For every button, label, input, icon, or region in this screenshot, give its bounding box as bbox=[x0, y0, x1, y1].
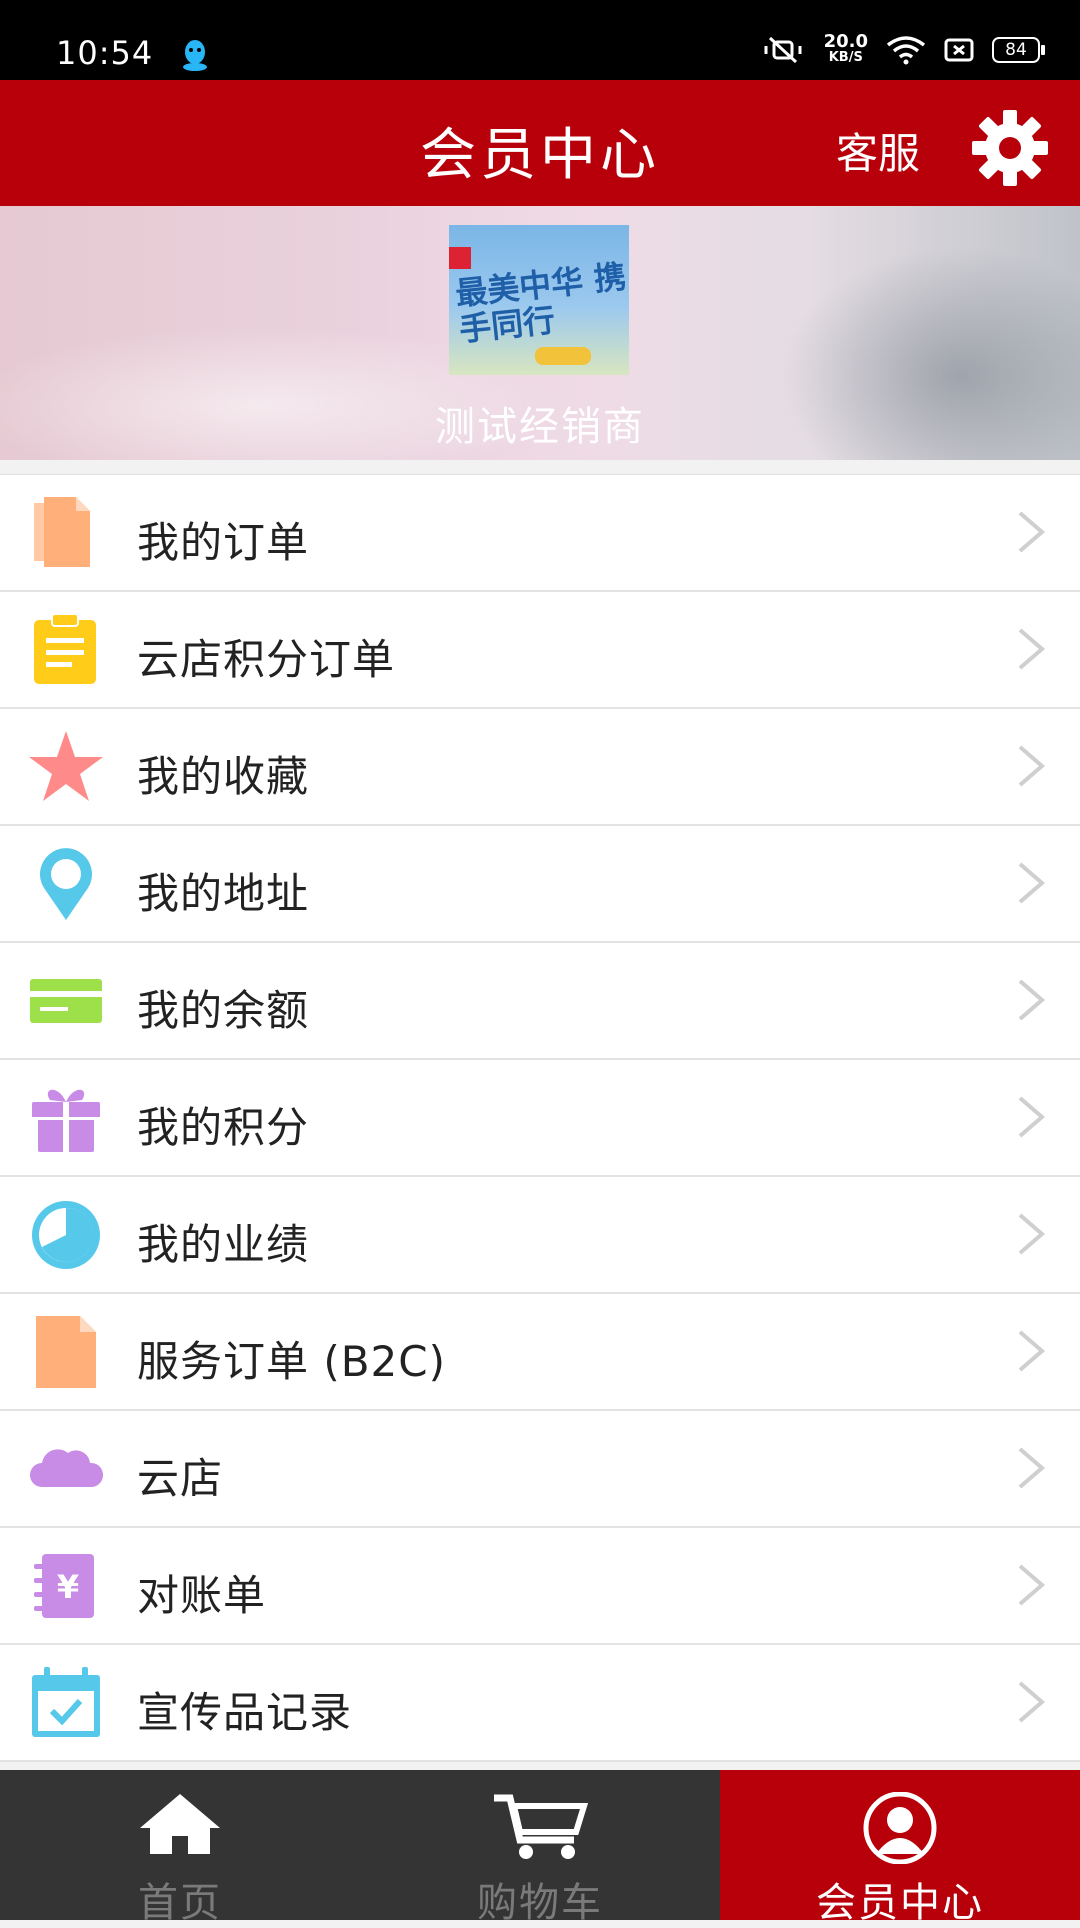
user-icon bbox=[863, 1792, 937, 1864]
clipboard-icon bbox=[34, 613, 96, 684]
avatar-caption: 最美中华 携手同行 bbox=[453, 257, 628, 349]
status-time: 10:54 bbox=[56, 34, 154, 72]
tab-label: 会员中心 bbox=[816, 1880, 984, 1926]
menu-item-my-points[interactable]: 我的积分 bbox=[0, 1060, 1080, 1177]
chevron-right-icon bbox=[1018, 1564, 1046, 1606]
document-icon bbox=[36, 1316, 96, 1388]
menu-item-cloud-store[interactable]: 云店 bbox=[0, 1411, 1080, 1528]
sim-icon bbox=[944, 38, 974, 62]
chevron-right-icon bbox=[1018, 1330, 1046, 1372]
speed-unit: KB/S bbox=[828, 50, 863, 65]
chevron-right-icon bbox=[1018, 979, 1046, 1021]
battery-icon: 84 bbox=[992, 37, 1045, 63]
menu-label: 我的地址 bbox=[137, 869, 310, 918]
avatar-car-graphic bbox=[535, 347, 591, 365]
network-speed: 20.0 KB/S bbox=[823, 31, 868, 66]
chevron-right-icon bbox=[1018, 1681, 1046, 1723]
qq-icon bbox=[183, 40, 207, 71]
calendar-check-icon bbox=[32, 1667, 100, 1737]
gift-icon bbox=[32, 1089, 100, 1152]
customer-service-button[interactable]: 客服 bbox=[836, 120, 920, 181]
avatar-badge bbox=[449, 247, 471, 269]
menu-label: 宣传品记录 bbox=[137, 1688, 353, 1737]
menu-label: 对账单 bbox=[137, 1571, 267, 1620]
speed-value: 20.0 bbox=[823, 31, 868, 52]
chevron-right-icon bbox=[1018, 628, 1046, 670]
menu-label: 我的收藏 bbox=[137, 752, 310, 801]
menu-item-my-address[interactable]: 我的地址 bbox=[0, 826, 1080, 943]
menu-item-my-favorites[interactable]: 我的收藏 bbox=[0, 709, 1080, 826]
menu-item-service-orders[interactable]: 服务订单 (B2C) bbox=[0, 1294, 1080, 1411]
menu-label: 服务订单 (B2C) bbox=[137, 1337, 446, 1386]
tab-label: 首页 bbox=[138, 1880, 222, 1926]
menu-label: 云店 bbox=[137, 1454, 224, 1503]
pie-chart-icon bbox=[32, 1201, 100, 1269]
tab-member-center[interactable]: 会员中心 bbox=[720, 1770, 1080, 1926]
cart-icon bbox=[494, 1794, 588, 1859]
star-icon bbox=[29, 731, 103, 801]
menu-item-statement[interactable]: ¥ 对账单 bbox=[0, 1528, 1080, 1645]
avatar[interactable]: 最美中华 携手同行 bbox=[449, 225, 629, 375]
bill-icon: ¥ bbox=[34, 1554, 94, 1618]
cloud-icon bbox=[30, 1449, 104, 1487]
chevron-right-icon bbox=[1018, 862, 1046, 904]
menu-label: 我的订单 bbox=[137, 518, 310, 567]
menu-label: 云店积分订单 bbox=[137, 635, 396, 684]
location-pin-icon bbox=[40, 848, 92, 920]
tab-cart[interactable]: 购物车 bbox=[360, 1770, 720, 1926]
chevron-right-icon bbox=[1018, 1096, 1046, 1138]
status-bar: 10:54 20.0 KB/S 84 bbox=[0, 0, 1080, 80]
vibrate-icon bbox=[764, 36, 802, 64]
user-name: 测试经销商 bbox=[435, 404, 645, 450]
chevron-right-icon bbox=[1018, 511, 1046, 553]
bottom-tab-bar: 首页 购物车 会员中心 bbox=[0, 1770, 1080, 1926]
card-icon bbox=[30, 979, 102, 1023]
menu-label: 我的积分 bbox=[137, 1103, 310, 1152]
menu-item-my-balance[interactable]: 我的余额 bbox=[0, 943, 1080, 1060]
menu-label: 我的余额 bbox=[137, 986, 310, 1035]
chevron-right-icon bbox=[1018, 1213, 1046, 1255]
chevron-right-icon bbox=[1018, 1447, 1046, 1489]
status-indicators: 20.0 KB/S 84 bbox=[760, 31, 1045, 66]
menu-list: 我的订单 云店积分订单 我的收藏 我的地址 我的余额 我的积分 我的业绩 服务订… bbox=[0, 474, 1080, 1762]
svg-text:¥: ¥ bbox=[57, 1568, 79, 1606]
menu-item-promo-records[interactable]: 宣传品记录 bbox=[0, 1645, 1080, 1762]
profile-banner: 最美中华 携手同行 测试经销商 bbox=[0, 206, 1080, 460]
orders-icon bbox=[34, 497, 90, 567]
tab-label: 购物车 bbox=[477, 1880, 603, 1926]
tab-home[interactable]: 首页 bbox=[0, 1770, 360, 1926]
gear-icon[interactable] bbox=[970, 108, 1050, 188]
app-header: 会员中心 客服 bbox=[0, 80, 1080, 206]
menu-item-my-orders[interactable]: 我的订单 bbox=[0, 475, 1080, 592]
wifi-icon bbox=[886, 36, 926, 65]
chevron-right-icon bbox=[1018, 745, 1046, 787]
menu-label: 我的业绩 bbox=[137, 1220, 310, 1269]
menu-item-cloud-points-orders[interactable]: 云店积分订单 bbox=[0, 592, 1080, 709]
menu-item-my-performance[interactable]: 我的业绩 bbox=[0, 1177, 1080, 1294]
home-icon bbox=[140, 1794, 220, 1854]
